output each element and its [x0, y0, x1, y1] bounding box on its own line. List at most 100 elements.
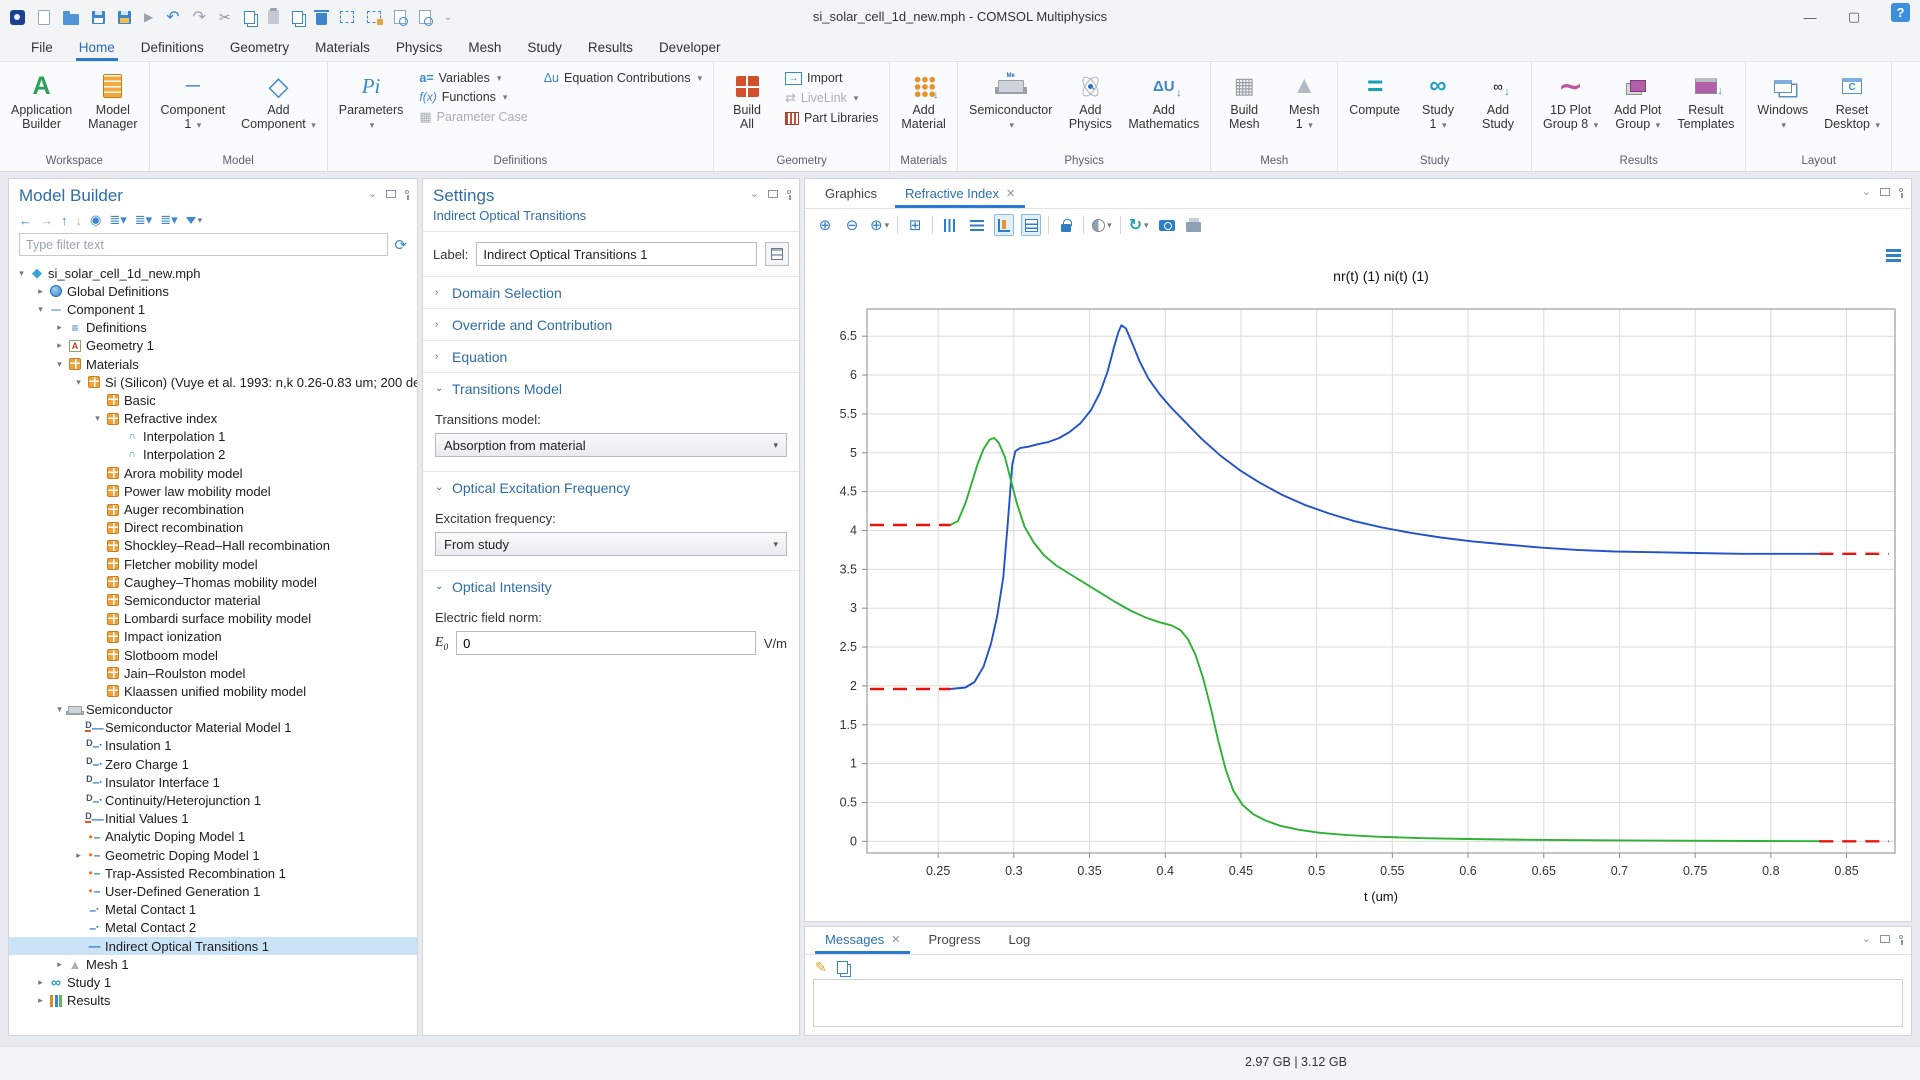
- section-header[interactable]: ›Equation: [423, 341, 799, 372]
- help-button[interactable]: ?: [1891, 3, 1910, 22]
- zoom-extents-icon[interactable]: ⊞: [905, 214, 925, 236]
- tree-item[interactable]: ▾◆si_solar_cell_1d_new.mph: [9, 264, 417, 282]
- redo-icon[interactable]: ↷: [193, 7, 206, 27]
- ribbon-mesh-button[interactable]: ▲Mesh1 ▾: [1275, 66, 1333, 151]
- ribbon-build-mesh-button[interactable]: ▦BuildMesh: [1215, 66, 1273, 151]
- tree-item[interactable]: –▪Metal Contact 2: [9, 919, 417, 937]
- panel-menu-icon[interactable]: ⌄: [368, 187, 377, 200]
- nav-back-icon[interactable]: ←: [19, 213, 32, 228]
- select-frame-icon[interactable]: [340, 11, 354, 23]
- tree-item[interactable]: ▾─Component 1: [9, 300, 417, 318]
- menu-materials[interactable]: Materials: [302, 36, 383, 61]
- tree-item[interactable]: D—Initial Values 1: [9, 810, 417, 828]
- tree-item[interactable]: ▾Semiconductor: [9, 701, 417, 719]
- pin-panel-icon[interactable]: [405, 190, 409, 194]
- pin-panel-icon[interactable]: [787, 190, 791, 194]
- electric-field-norm-input[interactable]: [456, 631, 756, 655]
- tree-item[interactable]: ▾Si (Silicon) (Vuye et al. 1993: n,k 0.2…: [9, 373, 417, 391]
- section-header[interactable]: ›Domain Selection: [423, 277, 799, 308]
- open-icon[interactable]: [63, 14, 79, 25]
- paste-icon[interactable]: [268, 10, 279, 24]
- collapse-all-icon[interactable]: ≣▾: [135, 212, 152, 228]
- comsol-logo-icon[interactable]: [10, 10, 25, 25]
- tree-item[interactable]: Direct recombination: [9, 519, 417, 537]
- menu-file[interactable]: File: [18, 36, 66, 61]
- clear-log-icon[interactable]: ✎: [815, 959, 827, 976]
- section-header[interactable]: ›Override and Contribution: [423, 309, 799, 340]
- tree-item[interactable]: ▸•–Geometric Doping Model 1: [9, 846, 417, 864]
- update-plot-icon[interactable]: ↻▾: [1128, 214, 1150, 236]
- refresh-icon[interactable]: ⟳: [394, 236, 407, 254]
- tree-item[interactable]: ∩Interpolation 2: [9, 446, 417, 464]
- minimize-button[interactable]: —: [1788, 0, 1832, 34]
- run-icon[interactable]: ▶: [144, 10, 153, 24]
- pin-panel-icon[interactable]: [1899, 935, 1903, 939]
- ribbon-variables-button[interactable]: a=Variables▾: [416, 70, 530, 86]
- legend-icon[interactable]: [1021, 214, 1041, 236]
- close-tab-icon[interactable]: ✕: [891, 933, 900, 946]
- tree-item[interactable]: ▸▲Mesh 1: [9, 955, 417, 973]
- tree-item[interactable]: ▸Results: [9, 992, 417, 1008]
- ribbon-study-button[interactable]: ∞Study1 ▾: [1409, 66, 1467, 151]
- ribbon-add-physics-button[interactable]: AddPhysics: [1061, 66, 1119, 151]
- float-panel-icon[interactable]: [1880, 188, 1890, 196]
- from-study-select[interactable]: From study▾: [435, 532, 787, 556]
- tree-item[interactable]: D–▪Continuity/Heterojunction 1: [9, 791, 417, 809]
- messages-tab-messages[interactable]: Messages✕: [811, 926, 914, 954]
- ribbon-import-button[interactable]: →Import: [782, 70, 881, 86]
- tree-item[interactable]: •–Analytic Doping Model 1: [9, 828, 417, 846]
- ribbon-add-mathematics-button[interactable]: ΔUAddMathematics: [1121, 66, 1206, 151]
- chevron-expanded-icon[interactable]: ▾: [53, 704, 66, 715]
- zoom-find-icon[interactable]: [394, 10, 406, 24]
- zoom-find-2-icon[interactable]: [419, 10, 431, 24]
- new-file-icon[interactable]: [38, 10, 50, 25]
- chevron-collapsed-icon[interactable]: ▸: [53, 340, 66, 351]
- save-icon[interactable]: [92, 11, 105, 24]
- menu-physics[interactable]: Physics: [383, 36, 456, 61]
- menu-study[interactable]: Study: [514, 36, 575, 61]
- menu-home[interactable]: Home: [66, 36, 128, 61]
- panel-menu-icon[interactable]: ⌄: [1862, 932, 1871, 945]
- menu-definitions[interactable]: Definitions: [128, 36, 217, 61]
- tree-item[interactable]: D–▪Zero Charge 1: [9, 755, 417, 773]
- tree-item[interactable]: D—Semiconductor Material Model 1: [9, 719, 417, 737]
- expand-all-icon[interactable]: ≣▾: [109, 212, 126, 228]
- ribbon-semiconductor-button[interactable]: Semiconductor ▾: [962, 66, 1059, 151]
- tree-item[interactable]: Klaassen unified mobility model: [9, 682, 417, 700]
- ribbon-parameters-button[interactable]: PiParameters ▾: [332, 66, 411, 151]
- ribbon-add-plot-group-button[interactable]: Add PlotGroup ▾: [1607, 66, 1668, 151]
- tree-item[interactable]: ▸Global Definitions: [9, 282, 417, 300]
- tree-item[interactable]: Lombardi surface mobility model: [9, 610, 417, 628]
- ribbon-component-button[interactable]: ─Component1 ▾: [154, 66, 233, 151]
- chevron-expanded-icon[interactable]: ▾: [91, 413, 104, 424]
- tree-item[interactable]: Semiconductor material: [9, 591, 417, 609]
- chevron-collapsed-icon[interactable]: ▸: [34, 977, 47, 988]
- plot-properties-icon[interactable]: [1886, 249, 1901, 262]
- tree-item[interactable]: Slotboom model: [9, 646, 417, 664]
- ribbon-add-component-button[interactable]: ◇AddComponent ▾: [234, 66, 323, 151]
- save-as-icon[interactable]: [118, 11, 131, 24]
- chevron-collapsed-icon[interactable]: ▸: [34, 995, 47, 1006]
- copy-log-icon[interactable]: [837, 961, 848, 974]
- tree-item[interactable]: Caughey–Thomas mobility model: [9, 573, 417, 591]
- menu-results[interactable]: Results: [575, 36, 646, 61]
- move-down-icon[interactable]: ↓: [76, 213, 83, 228]
- tree-item[interactable]: ▾Materials: [9, 355, 417, 373]
- x-grid-icon[interactable]: [940, 214, 960, 236]
- ribbon-part-libraries-button[interactable]: Part Libraries: [782, 110, 881, 126]
- float-panel-icon[interactable]: [768, 190, 778, 198]
- messages-tab-log[interactable]: Log: [995, 926, 1045, 954]
- chevron-expanded-icon[interactable]: ▾: [15, 268, 28, 279]
- move-up-icon[interactable]: ↑: [61, 213, 68, 228]
- tree-item[interactable]: Auger recombination: [9, 500, 417, 518]
- ribbon-add-material-button[interactable]: AddMaterial: [894, 66, 952, 151]
- maximize-button[interactable]: ▢: [1832, 0, 1876, 34]
- copy-icon[interactable]: [244, 11, 255, 24]
- y-axis-data-icon[interactable]: [994, 214, 1014, 236]
- delete-icon[interactable]: [316, 13, 327, 25]
- y-grid-icon[interactable]: [967, 214, 987, 236]
- tree-item[interactable]: D–▪Insulator Interface 1: [9, 773, 417, 791]
- model-tree-node-text-icon[interactable]: ≣▾: [160, 212, 177, 228]
- show-label-button[interactable]: [765, 242, 789, 266]
- tree-item[interactable]: Impact ionization: [9, 628, 417, 646]
